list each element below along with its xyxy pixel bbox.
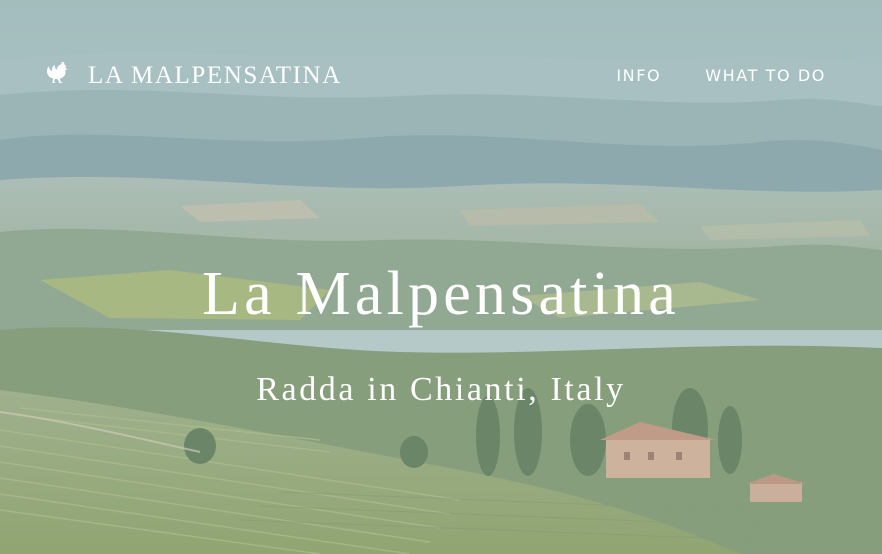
- hero-title: La Malpensatina: [202, 260, 680, 328]
- hero-subtitle: Radda in Chianti, Italy: [256, 371, 626, 408]
- hero-section: LA MALPENSATINA INFO WHAT TO DO La Malpe…: [0, 0, 882, 554]
- brand-name: LA MALPENSATINA: [88, 62, 342, 89]
- nav-item-what-to-do[interactable]: WHAT TO DO: [705, 64, 826, 88]
- nav-item-info[interactable]: INFO: [616, 64, 661, 88]
- primary-nav: INFO WHAT TO DO: [616, 64, 826, 88]
- rooster-icon: [47, 61, 68, 84]
- brand-home-link[interactable]: LA MALPENSATINA: [44, 60, 342, 92]
- site-header: LA MALPENSATINA INFO WHAT TO DO: [0, 0, 882, 150]
